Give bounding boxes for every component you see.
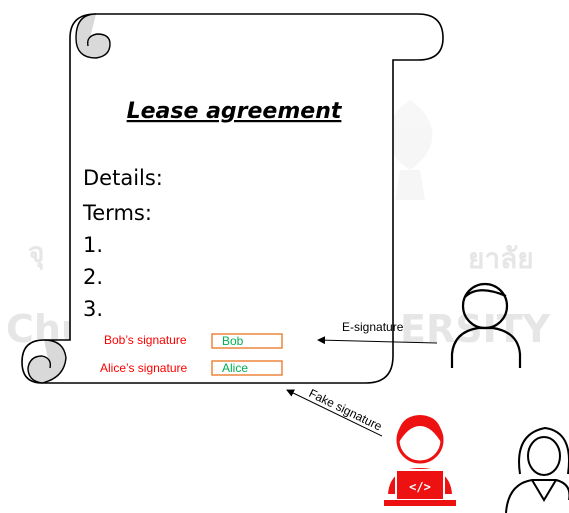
lease-signature-diagram: จุ ยาลัย Chu ERSITY Lease agreement Deta… (6, 13, 569, 513)
fake-signature-arrow-label: Fake signature (307, 386, 385, 434)
fake-signature-arrow: Fake signature (286, 386, 385, 437)
document-line-term-1: 1. (83, 233, 103, 257)
code-icon: </> (409, 480, 431, 494)
alice-collar (531, 479, 557, 502)
document-line-terms: Terms: (82, 201, 152, 225)
bob-signature-label: Bob’s signature (104, 333, 187, 347)
alice-signature-value: Alice (222, 361, 248, 375)
document-line-term-2: 2. (83, 265, 103, 289)
bob-signature-value: Bob (222, 334, 244, 348)
alice-shoulders (505, 479, 569, 513)
watermark-left-text: จุ (28, 236, 44, 270)
document-line-term-3: 3. (83, 297, 103, 321)
document-title: Lease agreement (127, 99, 343, 124)
alice-signature-label: Alice’s signature (100, 361, 187, 375)
alice-woman-icon (505, 426, 569, 513)
hacker-laptop-icon: </> (384, 415, 456, 506)
alice-hair (518, 426, 569, 475)
esignature-arrow-label: E-signature (342, 320, 404, 334)
watermark-right-text: ยาลัย (468, 242, 534, 275)
document-line-details: Details: (83, 166, 163, 190)
alice-face (527, 436, 561, 476)
